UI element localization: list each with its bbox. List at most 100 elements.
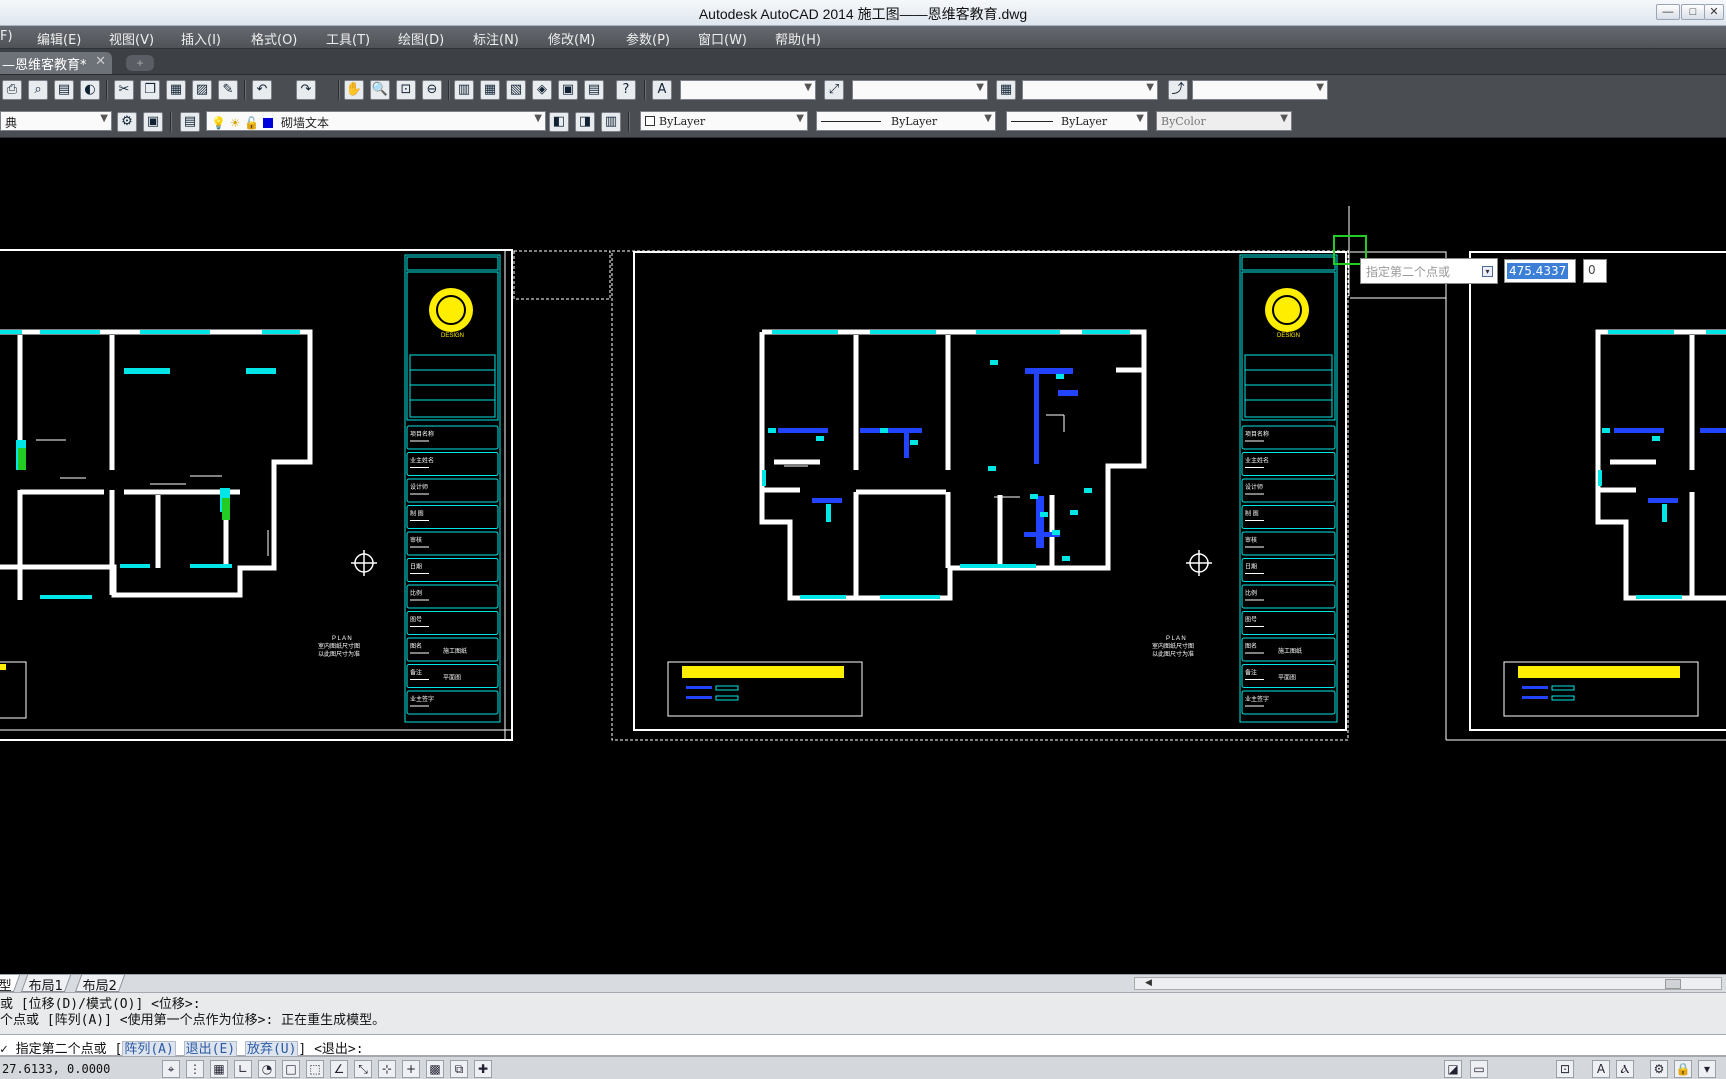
- multileader-style-combo[interactable]: ▼: [1192, 80, 1328, 100]
- auto-scale-icon[interactable]: Ⲁ: [1616, 1060, 1634, 1078]
- undo-icon[interactable]: ↶: [252, 80, 272, 100]
- properties-icon[interactable]: ▥: [454, 80, 474, 100]
- paste-icon[interactable]: ▦: [166, 80, 186, 100]
- new-tab-button[interactable]: +: [126, 55, 154, 71]
- maximize-button[interactable]: □: [1681, 4, 1705, 20]
- plan-sublabel-1: 室内图纸尺寸图: [318, 642, 360, 650]
- markup-icon[interactable]: ▣: [558, 80, 578, 100]
- ortho-mode-icon[interactable]: ∟: [234, 1060, 252, 1078]
- menu-help[interactable]: 帮助(H): [775, 29, 821, 48]
- workspace-combo[interactable]: 典 ▼: [0, 111, 112, 131]
- zoom-realtime-icon[interactable]: 🔍: [370, 80, 390, 100]
- publish-icon[interactable]: ▤: [54, 80, 74, 100]
- menu-dimension[interactable]: 标注(N): [473, 29, 519, 48]
- plot-preview-icon[interactable]: ⌕: [28, 80, 48, 100]
- lineweight-icon[interactable]: +: [402, 1060, 420, 1078]
- dynamic-input-icon[interactable]: ⊹: [378, 1060, 396, 1078]
- zoom-window-icon[interactable]: ⊡: [396, 80, 416, 100]
- design-center-icon[interactable]: ▦: [480, 80, 500, 100]
- workspace-icon[interactable]: ▣: [143, 112, 163, 132]
- annotation-scale-icon[interactable]: ⊡: [1556, 1060, 1574, 1078]
- selection-cycling-icon[interactable]: ✚: [474, 1060, 492, 1078]
- menu-insert[interactable]: 插入(I): [181, 29, 221, 48]
- document-tab-label: —恩维客教育*: [2, 58, 87, 73]
- snap-mode-icon[interactable]: ⋮: [186, 1060, 204, 1078]
- quick-view-layouts-icon[interactable]: ▭: [1470, 1060, 1488, 1078]
- scrollbar-thumb[interactable]: [1665, 979, 1681, 989]
- help-icon[interactable]: ?: [616, 80, 636, 100]
- menu-modify[interactable]: 修改(M): [548, 29, 595, 48]
- layer-combo[interactable]: 💡 ☀ 🔓 砌墙文本 ▼: [206, 111, 546, 131]
- grid-display-icon[interactable]: ▦: [210, 1060, 228, 1078]
- titleblock-row-label: 制 图: [410, 510, 424, 518]
- menu-format[interactable]: 格式(O): [251, 29, 297, 48]
- zoom-previous-icon[interactable]: ⊖: [422, 80, 442, 100]
- copy-icon[interactable]: ❐: [140, 80, 160, 100]
- transparency-icon[interactable]: ▩: [426, 1060, 444, 1078]
- tab-layout2[interactable]: 布局2: [74, 975, 126, 994]
- workspace-settings-icon[interactable]: ⚙: [117, 112, 137, 132]
- calculator-icon[interactable]: ▤: [584, 80, 604, 100]
- command-prompt: ✓ 指定第二个点或 [: [0, 1042, 123, 1057]
- menu-file[interactable]: F): [0, 29, 13, 44]
- 3d-object-snap-icon[interactable]: ⬚: [306, 1060, 324, 1078]
- sheet-set-icon[interactable]: ◈: [532, 80, 552, 100]
- block-editor-icon[interactable]: ✎: [218, 80, 238, 100]
- layer-state-icon[interactable]: ▥: [601, 112, 621, 132]
- object-snap-icon[interactable]: □: [282, 1060, 300, 1078]
- titleblock-row-label: 备注: [1245, 669, 1257, 677]
- annotation-visibility-icon[interactable]: A: [1592, 1060, 1610, 1078]
- infer-constraints-icon[interactable]: ⌖: [162, 1060, 180, 1078]
- menu-draw[interactable]: 绘图(D): [398, 29, 444, 48]
- make-object-layer-current-icon[interactable]: ◧: [549, 112, 569, 132]
- cut-icon[interactable]: ✂: [114, 80, 134, 100]
- close-tab-icon[interactable]: ✕: [95, 54, 106, 69]
- document-tab[interactable]: —恩维客教育* ✕: [0, 52, 112, 74]
- status-menu-icon[interactable]: ▾: [1698, 1060, 1716, 1078]
- menu-window[interactable]: 窗口(W): [698, 29, 747, 48]
- dynamic-ucs-icon[interactable]: ⤡: [354, 1060, 372, 1078]
- pan-icon[interactable]: ✋: [344, 80, 364, 100]
- tool-palettes-icon[interactable]: ▧: [506, 80, 526, 100]
- dynamic-input-options-icon[interactable]: ▾: [1482, 266, 1493, 277]
- model-space-canvas[interactable]: 项目名称 业主姓名 设计师制 图审核 日期 比例 图号 图名 施工图纸 备注 平面图 业主签字 DE…: [0, 138, 1726, 974]
- table-style-icon[interactable]: ▦: [996, 80, 1016, 100]
- print-icon[interactable]: ⎙: [2, 80, 22, 100]
- plotstyle-control-combo[interactable]: ByColor ▼: [1156, 111, 1292, 131]
- object-snap-tracking-icon[interactable]: ∠: [330, 1060, 348, 1078]
- minimize-button[interactable]: —: [1656, 4, 1680, 20]
- match-properties-icon[interactable]: ▨: [192, 80, 212, 100]
- menu-parametric[interactable]: 参数(P): [626, 29, 670, 48]
- polar-tracking-icon[interactable]: ◔: [258, 1060, 276, 1078]
- horizontal-scrollbar[interactable]: ◀: [1134, 977, 1722, 990]
- menu-edit[interactable]: 编辑(E): [37, 29, 81, 48]
- dim-style-icon[interactable]: ⤢: [824, 80, 844, 100]
- menu-tools[interactable]: 工具(T): [326, 29, 370, 48]
- menu-view[interactable]: 视图(V): [109, 29, 154, 48]
- lock-ui-icon[interactable]: 🔒: [1674, 1060, 1692, 1078]
- title-bar: Autodesk AutoCAD 2014 施工图——恩维客教育.dwg — □…: [0, 0, 1726, 26]
- tab-layout1[interactable]: 布局1: [20, 975, 72, 994]
- tab-model[interactable]: 型: [0, 975, 21, 994]
- quick-properties-icon[interactable]: ⧉: [450, 1060, 468, 1078]
- table-style-combo[interactable]: ▼: [1022, 80, 1158, 100]
- layer-previous-icon[interactable]: ◨: [575, 112, 595, 132]
- dynamic-input-distance[interactable]: 475.4337: [1504, 259, 1576, 283]
- 3d-dwf-icon[interactable]: ◐: [80, 80, 100, 100]
- dynamic-input-angle[interactable]: 0: [1583, 259, 1607, 283]
- workspace-switching-icon[interactable]: ⚙: [1650, 1060, 1668, 1078]
- lineweight-control-combo[interactable]: ByLayer ▼: [1006, 111, 1148, 131]
- multileader-style-icon[interactable]: ⤴: [1168, 80, 1188, 100]
- color-control-combo[interactable]: ByLayer ▼: [640, 111, 808, 131]
- text-style-combo[interactable]: ▼: [680, 80, 816, 100]
- dim-style-combo[interactable]: ▼: [852, 80, 988, 100]
- command-line[interactable]: ✓ 指定第二个点或 [阵列(A) 退出(E) 放弃(U)] <退出>:: [0, 1034, 1726, 1058]
- titleblock-row-label: 审核: [410, 536, 422, 544]
- scroll-left-icon[interactable]: ◀: [1145, 977, 1152, 988]
- close-button[interactable]: ✕: [1704, 4, 1724, 20]
- layer-properties-icon[interactable]: ▤: [180, 112, 200, 132]
- text-style-icon[interactable]: A: [652, 80, 672, 100]
- model-space-icon[interactable]: ◪: [1444, 1060, 1462, 1078]
- redo-icon[interactable]: ↷: [296, 80, 316, 100]
- linetype-control-combo[interactable]: ByLayer ▼: [816, 111, 996, 131]
